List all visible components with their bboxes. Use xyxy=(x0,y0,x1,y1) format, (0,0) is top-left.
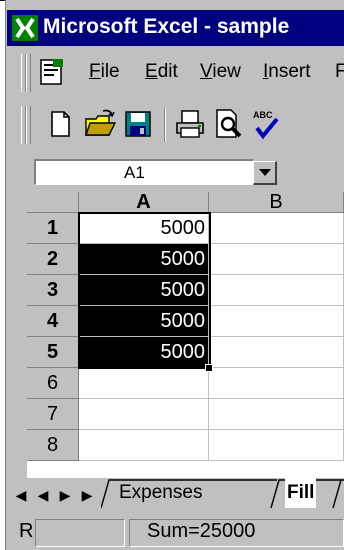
row-header-3[interactable]: 3 xyxy=(27,275,79,306)
document-menu-icon[interactable] xyxy=(37,58,67,86)
status-ready: R xyxy=(19,520,34,542)
row-header-4[interactable]: 4 xyxy=(27,306,79,337)
row-header-6[interactable]: 6 xyxy=(27,368,79,399)
standard-toolbar: ABC xyxy=(7,100,344,150)
formula-bar: A1 xyxy=(7,155,344,189)
print-preview-icon[interactable] xyxy=(211,107,245,141)
cell-b4[interactable] xyxy=(209,306,344,337)
cell-b5[interactable] xyxy=(209,337,344,368)
cell-b3[interactable] xyxy=(209,275,344,306)
sheet-tab-bar: ◀ ◀ ▶ ▶ Expenses Fill xyxy=(7,478,344,512)
menu-edit-accel: E xyxy=(145,61,158,82)
row-header-7[interactable]: 7 xyxy=(27,399,79,430)
window-title: Microsoft Excel - sample xyxy=(43,15,290,38)
column-header-b[interactable]: B xyxy=(209,192,344,213)
row-header-2[interactable]: 2 xyxy=(27,244,79,275)
cell-b1[interactable] xyxy=(209,213,344,244)
excel-icon xyxy=(12,15,38,41)
name-box[interactable]: A1 xyxy=(34,159,254,185)
menu-insert[interactable]: Insert xyxy=(263,61,311,83)
excel-window: Microsoft Excel - sample File Edit View … xyxy=(0,0,344,550)
cell-b8[interactable] xyxy=(209,430,344,461)
toolbar-grip-2[interactable] xyxy=(26,106,31,144)
menu-more[interactable]: F xyxy=(335,61,344,83)
tab-expenses[interactable]: Expenses xyxy=(119,478,202,508)
save-icon[interactable] xyxy=(121,107,155,141)
cell-a7[interactable] xyxy=(79,399,209,430)
menu-file-accel: F xyxy=(89,61,101,82)
last-sheet-icon[interactable]: ▶ xyxy=(77,485,97,505)
row-header-1[interactable]: 1 xyxy=(27,213,79,244)
row-header-8[interactable]: 8 xyxy=(27,430,79,461)
cell-a8[interactable] xyxy=(79,430,209,461)
cell-a6[interactable] xyxy=(79,368,209,399)
cell-a2[interactable]: 5000 xyxy=(79,244,209,275)
chevron-down-icon xyxy=(259,169,271,176)
cell-a4[interactable]: 5000 xyxy=(79,306,209,337)
cell-b6[interactable] xyxy=(209,368,344,399)
menu-bar: File Edit View Insert F xyxy=(7,50,344,96)
menu-view-accel: V xyxy=(200,61,213,82)
menubar-grip-2[interactable] xyxy=(26,54,31,92)
cell-b7[interactable] xyxy=(209,399,344,430)
status-bar: R Sum=25000 xyxy=(7,516,344,550)
title-bar[interactable]: Microsoft Excel - sample xyxy=(7,10,344,46)
status-panel-left xyxy=(35,519,125,547)
svg-text:ABC: ABC xyxy=(253,110,273,120)
toolbar-separator xyxy=(164,108,166,142)
prev-sheet-icon[interactable]: ◀ xyxy=(33,485,53,505)
menu-edit[interactable]: Edit xyxy=(145,61,178,83)
new-icon[interactable] xyxy=(43,107,77,141)
row-header-5[interactable]: 5 xyxy=(27,337,79,368)
column-header-a[interactable]: A xyxy=(79,192,209,213)
worksheet-grid[interactable]: A B 1 2 3 4 5 6 7 8 5000 5000 5000 5000 … xyxy=(27,192,344,478)
print-icon[interactable] xyxy=(173,107,207,141)
name-box-dropdown[interactable] xyxy=(253,161,277,185)
menu-file[interactable]: File xyxy=(89,61,120,83)
name-box-value: A1 xyxy=(124,163,145,182)
menu-insert-accel: I xyxy=(263,61,269,82)
cell-b2[interactable] xyxy=(209,244,344,275)
next-sheet-icon[interactable]: ▶ xyxy=(55,485,75,505)
spelling-icon[interactable]: ABC xyxy=(249,107,283,141)
select-all-button[interactable] xyxy=(27,192,79,213)
cell-a3[interactable]: 5000 xyxy=(79,275,209,306)
fill-handle[interactable] xyxy=(205,364,213,372)
tab-fill[interactable]: Fill xyxy=(285,478,317,508)
open-icon[interactable] xyxy=(83,107,117,141)
cell-a5[interactable]: 5000 xyxy=(79,337,209,368)
autosum-display: Sum=25000 xyxy=(147,520,256,542)
cell-a1[interactable]: 5000 xyxy=(79,213,209,244)
first-sheet-icon[interactable]: ◀ xyxy=(11,485,31,505)
menu-view[interactable]: View xyxy=(200,61,241,83)
